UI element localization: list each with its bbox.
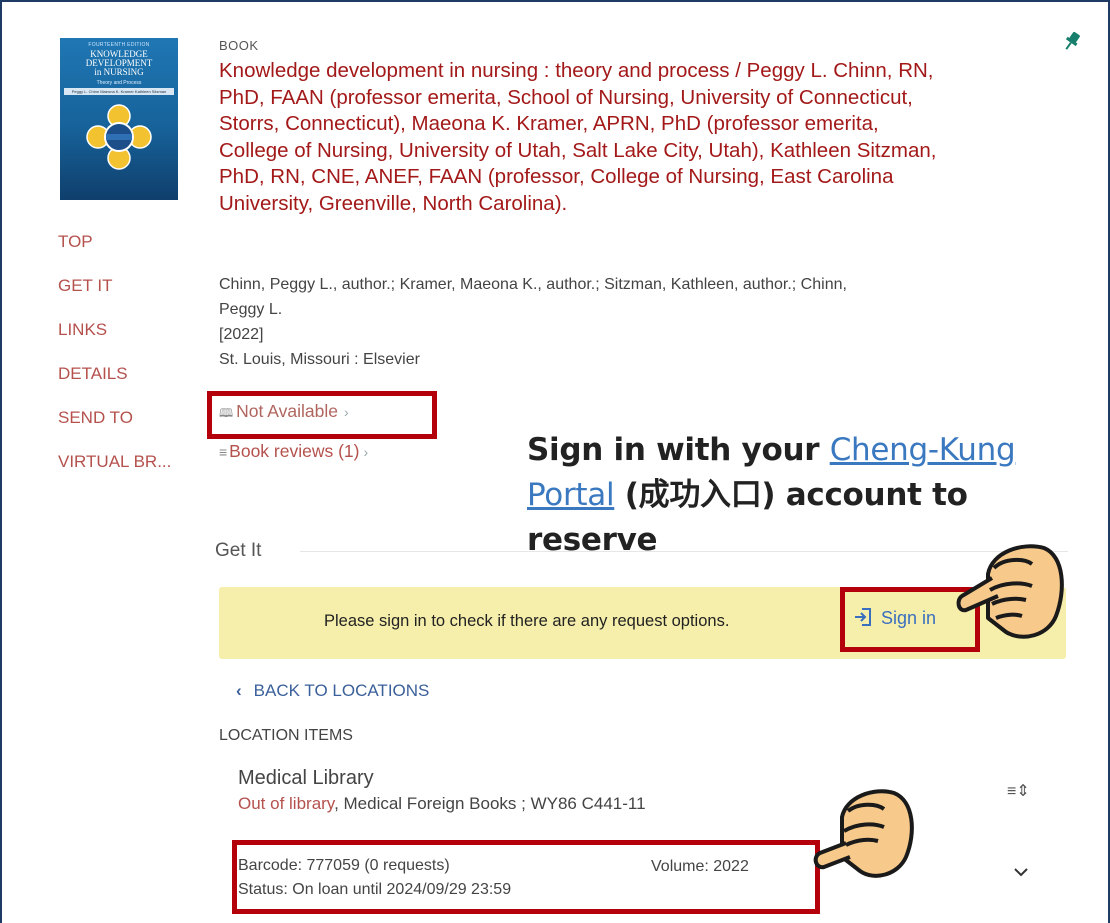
signin-message: Please sign in to check if there are any… (324, 612, 730, 630)
back-to-locations-link[interactable]: ‹ BACK TO LOCATIONS (236, 681, 429, 701)
nav-get-it[interactable]: GET IT (58, 274, 171, 318)
nav-virtual-browse[interactable]: VIRTUAL BR... (58, 450, 171, 494)
book-cover-image[interactable]: FOURTEENTH EDITION KNOWLEDGE DEVELOPMENT… (60, 38, 178, 200)
nav-details[interactable]: DETAILS (58, 362, 171, 406)
chevron-left-icon: ‹ (236, 681, 242, 700)
record-metadata: Chinn, Peggy L., author.; Kramer, Maeona… (219, 272, 1049, 372)
highlight-item (232, 840, 820, 914)
pin-icon[interactable] (1062, 30, 1082, 52)
location-items-label: LOCATION ITEMS (219, 727, 353, 744)
authors-line: Chinn, Peggy L., author.; Kramer, Maeona… (219, 276, 847, 293)
cover-edition: FOURTEENTH EDITION (88, 42, 150, 48)
list-icon: ≡ (219, 444, 228, 460)
book-reviews-link[interactable]: ≡ Book reviews (1) › (219, 441, 368, 462)
location-detail: Out of library, Medical Foreign Books ; … (238, 794, 646, 813)
record-section-nav: TOP GET IT LINKS DETAILS SEND TO VIRTUAL… (58, 230, 171, 494)
chevron-down-icon[interactable] (1013, 866, 1029, 878)
nav-links[interactable]: LINKS (58, 318, 171, 362)
record-title[interactable]: Knowledge development in nursing : theor… (219, 58, 939, 217)
nav-top[interactable]: TOP (58, 230, 171, 274)
nav-send-to[interactable]: SEND TO (58, 406, 171, 450)
cover-authors: Peggy L. Chinn Maeona K. Kramer Kathleen… (64, 88, 174, 95)
cheng-kung-portal-link[interactable]: Cheng-Kung (830, 432, 1016, 468)
publisher: St. Louis, Missouri : Elsevier (219, 351, 420, 368)
pointing-hand-icon (956, 544, 1064, 639)
highlight-availability (207, 391, 437, 439)
resource-type-label: BOOK (219, 38, 259, 53)
cover-graphic (86, 104, 152, 170)
authors-line-continued: Peggy L. (219, 301, 283, 318)
library-name: Medical Library (238, 767, 374, 789)
out-of-library-status[interactable]: Out of library (238, 794, 334, 813)
get-it-heading: Get It (215, 540, 262, 561)
cover-title: KNOWLEDGE DEVELOPMENT in NURSING (85, 49, 153, 77)
cheng-kung-portal-link-cont[interactable]: Portal (527, 477, 615, 513)
pointing-hand-icon (813, 789, 914, 878)
chevron-right-icon: › (363, 444, 369, 460)
sort-filter-icon[interactable]: ≡⇕ (1007, 781, 1030, 801)
publication-date: [2022] (219, 326, 264, 343)
cover-subtitle: Theory and Process (96, 80, 142, 86)
